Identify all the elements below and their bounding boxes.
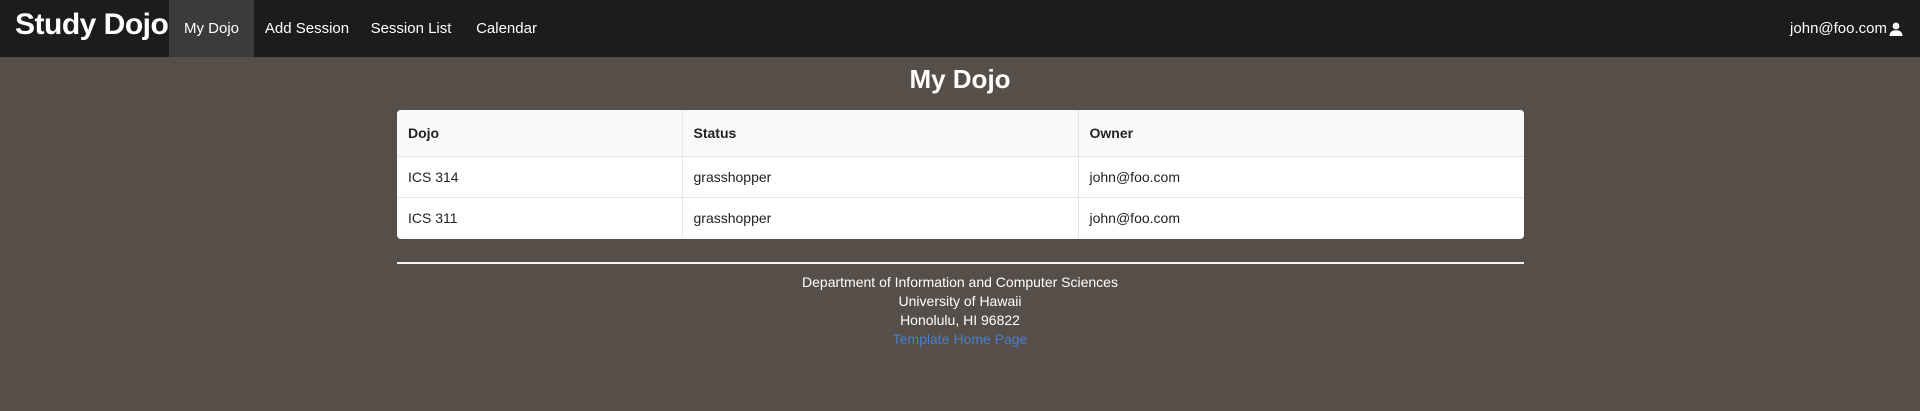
user-menu[interactable]: john@foo.com (1790, 0, 1903, 57)
template-home-link[interactable]: Template Home Page (893, 331, 1028, 347)
footer-department: Department of Information and Computer S… (802, 274, 1118, 290)
nav-item-add-session[interactable]: Add Session (254, 0, 360, 57)
nav-item-label: Add Session (264, 20, 350, 37)
nav-item-label: My Dojo (183, 20, 239, 37)
brand-logo[interactable]: Study Dojo (15, 8, 169, 42)
nav-item-my-dojo[interactable]: My Dojo (169, 0, 254, 57)
footer-university: University of Hawaii (898, 293, 1022, 309)
cell-owner: john@foo.com (1089, 168, 1180, 185)
column-header-status: Status (682, 110, 1079, 157)
column-header-dojo: Dojo (397, 110, 683, 157)
user-email: john@foo.com (1790, 20, 1887, 37)
navbar: Study Dojo My Dojo Add Session Session L… (0, 0, 1920, 57)
user-icon (1889, 22, 1903, 36)
footer-address: Honolulu, HI 96822 (900, 312, 1020, 328)
footer-divider (397, 262, 1524, 264)
table-row: ICS 314 grasshopper john@foo.com (397, 156, 1524, 197)
page-title: My Dojo (909, 64, 1011, 94)
cell-dojo: ICS 314 (397, 156, 683, 197)
dojo-table: Dojo Status Owner ICS 314 grasshopper jo… (397, 110, 1524, 239)
cell-owner: john@foo.com (1078, 196, 1524, 238)
cell-status: grasshopper (682, 156, 1079, 197)
table-row: ICS 311 grasshopper john@foo.com (397, 196, 1524, 238)
nav-item-label: Session List (370, 20, 452, 37)
cell-dojo: ICS 311 (397, 196, 683, 238)
nav-item-calendar[interactable]: Calendar (462, 0, 551, 57)
footer: Department of Information and Computer S… (0, 273, 1920, 349)
nav-item-label: Calendar (476, 20, 537, 37)
table-header-row: Dojo Status Owner (397, 110, 1524, 157)
cell-status: grasshopper (682, 196, 1079, 238)
column-header-owner: Owner (1078, 110, 1524, 157)
nav-item-session-list[interactable]: Session List (360, 0, 462, 57)
